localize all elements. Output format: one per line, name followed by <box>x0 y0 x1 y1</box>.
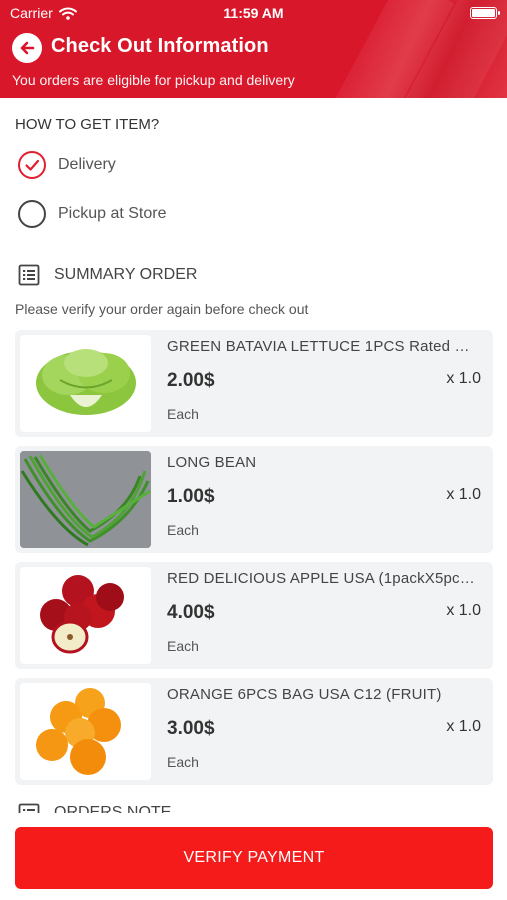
item-price: 3.00$ <box>167 718 215 739</box>
item-quantity: x 1.0 <box>446 370 481 387</box>
order-item[interactable]: GREEN BATAVIA LETTUCE 1PCS Rated … 2.00$… <box>15 330 493 437</box>
order-item[interactable]: RED DELICIOUS APPLE USA (1packX5pc… 4.00… <box>15 562 493 669</box>
item-name: RED DELICIOUS APPLE USA (1packX5pc… <box>167 570 475 587</box>
item-quantity: x 1.0 <box>446 602 481 619</box>
item-name: LONG BEAN <box>167 454 257 471</box>
clock: 11:59 AM <box>223 5 284 21</box>
list-icon <box>18 264 40 286</box>
back-button[interactable] <box>12 33 42 63</box>
item-name: ORANGE 6PCS BAG USA C12 (FRUIT) <box>167 686 442 703</box>
battery-icon <box>470 7 500 19</box>
apple-image <box>20 567 151 664</box>
status-bar: Carrier 11:59 AM <box>0 5 507 25</box>
pickup-option[interactable]: Pickup at Store <box>18 200 167 228</box>
orange-image <box>20 683 151 780</box>
arrow-left-icon <box>20 41 35 55</box>
page-title: Check Out Information <box>51 35 269 57</box>
orders-note-title: ORDERS NOTE <box>54 804 172 813</box>
item-quantity: x 1.0 <box>446 718 481 735</box>
delivery-method-label: HOW TO GET ITEM? <box>15 116 160 133</box>
pickup-option-label: Pickup at Store <box>58 205 167 222</box>
item-unit: Each <box>167 754 199 770</box>
summary-hint: Please verify your order again before ch… <box>15 301 309 317</box>
orders-note-header: ORDERS NOTE <box>18 803 171 813</box>
radio-checked-icon[interactable] <box>18 151 46 179</box>
header-bar: Carrier 11:59 AM Check Out Information Y… <box>0 0 507 98</box>
order-item[interactable]: ORANGE 6PCS BAG USA C12 (FRUIT) 3.00$ x … <box>15 678 493 785</box>
list-icon <box>18 803 40 813</box>
item-price: 4.00$ <box>167 602 215 623</box>
item-price: 2.00$ <box>167 370 215 391</box>
radio-unchecked-icon[interactable] <box>18 200 46 228</box>
delivery-option[interactable]: Delivery <box>18 151 116 179</box>
item-name: GREEN BATAVIA LETTUCE 1PCS Rated … <box>167 338 470 355</box>
long-bean-image <box>20 451 151 548</box>
summary-title: SUMMARY ORDER <box>54 266 198 283</box>
item-unit: Each <box>167 638 199 654</box>
verify-payment-button[interactable]: VERIFY PAYMENT <box>15 827 493 889</box>
order-item[interactable]: LONG BEAN 1.00$ x 1.0 Each <box>15 446 493 553</box>
delivery-option-label: Delivery <box>58 156 116 173</box>
item-unit: Each <box>167 522 199 538</box>
lettuce-image <box>20 335 151 432</box>
page-subtitle: You orders are eligible for pickup and d… <box>12 72 295 88</box>
item-unit: Each <box>167 406 199 422</box>
item-quantity: x 1.0 <box>446 486 481 503</box>
item-price: 1.00$ <box>167 486 215 507</box>
summary-header: SUMMARY ORDER <box>18 264 197 286</box>
